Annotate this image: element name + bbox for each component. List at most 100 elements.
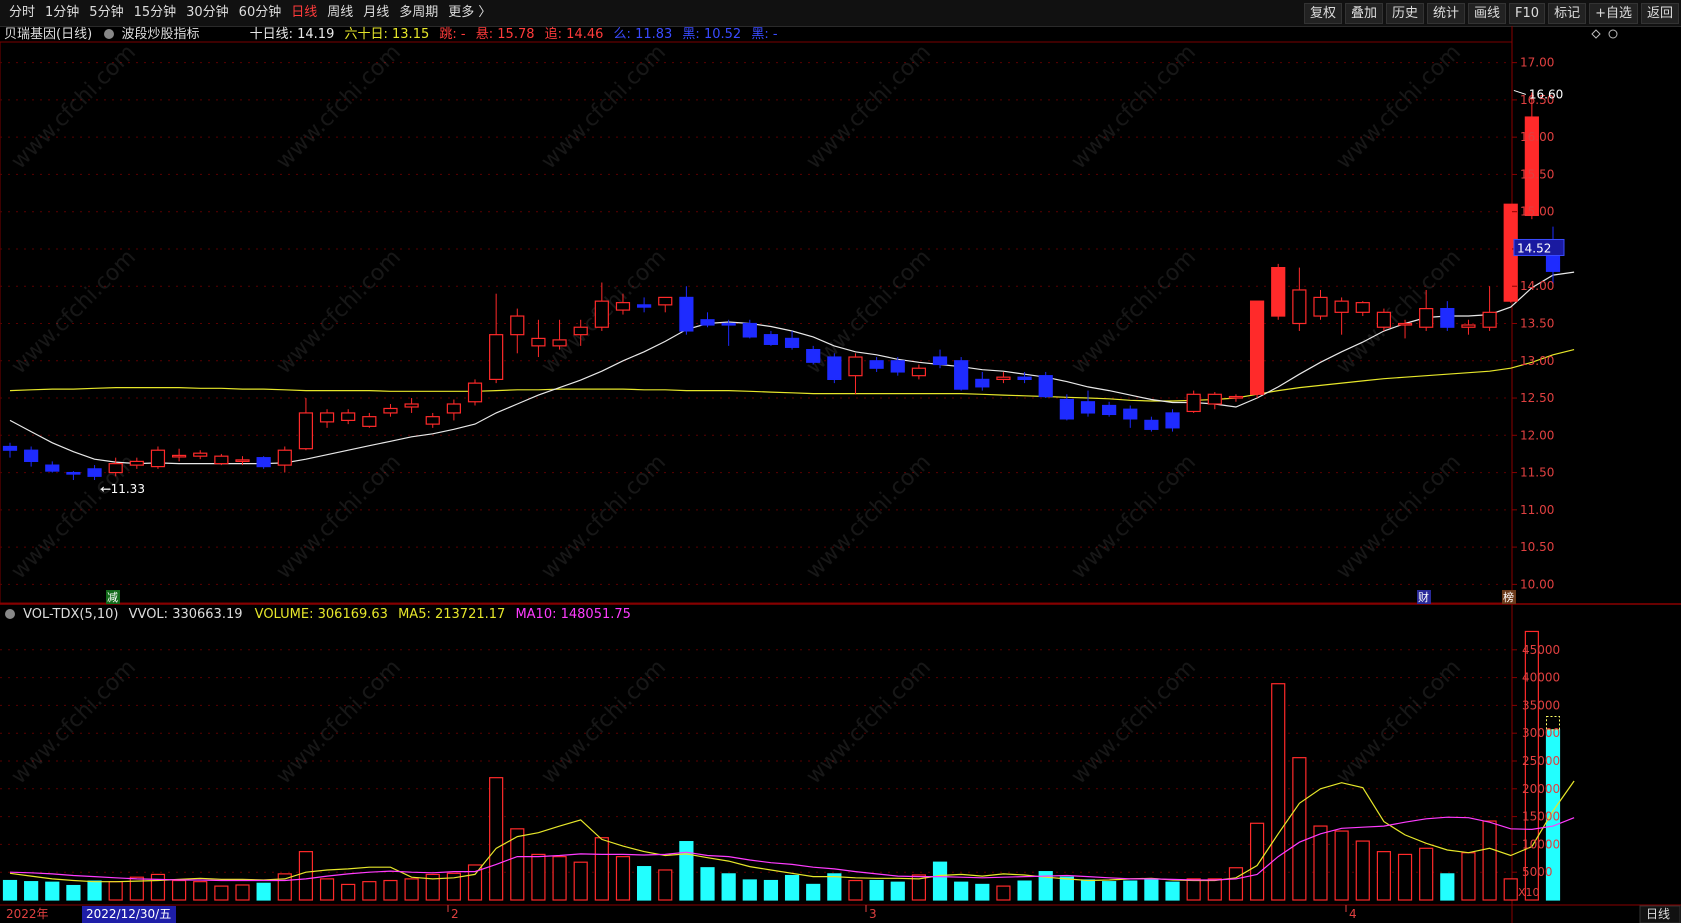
volume-axis-label: 20000 <box>1522 782 1560 796</box>
event-marker-finance: 财 <box>1418 590 1429 604</box>
candle <box>869 357 884 372</box>
tool-button-3[interactable]: 统计 <box>1427 3 1466 24</box>
candle <box>679 286 694 335</box>
candle-body <box>806 348 821 363</box>
period-tab-6[interactable]: 日线 <box>286 4 322 22</box>
volume-bar <box>467 864 483 901</box>
period-tab-5[interactable]: 60分钟 <box>234 4 287 22</box>
volume-bar <box>742 879 757 901</box>
volume-bar <box>87 880 102 901</box>
tool-button-2[interactable]: 历史 <box>1385 3 1424 24</box>
volume-bar <box>108 881 123 901</box>
volume-bar <box>890 881 905 901</box>
volume-bar <box>700 867 715 901</box>
tool-button-1[interactable]: 叠加 <box>1344 3 1383 24</box>
volume-bar <box>319 878 335 901</box>
candle-body <box>996 376 1011 381</box>
volume-axis-label: 10000 <box>1522 837 1560 851</box>
candle <box>45 461 60 473</box>
candle-body <box>890 360 905 373</box>
tool-button-0[interactable]: 复权 <box>1303 3 1342 24</box>
ma60-label: 六十日: <box>344 27 388 42</box>
volume-bar <box>1017 880 1032 901</box>
candle-body <box>1207 393 1222 405</box>
candle-body <box>87 468 102 477</box>
ma60-value: 13.15 <box>392 27 430 42</box>
diamond-icon <box>1591 29 1601 39</box>
price-axis-label: 13.50 <box>1520 317 1554 331</box>
month-label: 2 <box>451 907 459 921</box>
indicator-value-8: - <box>772 27 778 42</box>
period-tab-9[interactable]: 多周期 <box>394 4 443 22</box>
candle <box>1102 401 1117 417</box>
volume-bar <box>573 861 588 901</box>
volume-unit-label: X10 <box>1518 886 1540 899</box>
volume-axis-label: 5000 <box>1522 865 1553 879</box>
candle-body <box>1355 302 1370 313</box>
candle-body <box>1038 375 1053 398</box>
tool-button-5[interactable]: F10 <box>1509 3 1546 24</box>
watermark-text: www.cfchi.com <box>7 450 141 584</box>
candle <box>256 456 271 469</box>
watermark-text: www.cfchi.com <box>272 450 406 584</box>
tool-button-7[interactable]: +自选 <box>1589 3 1638 24</box>
tool-button-4[interactable]: 画线 <box>1468 3 1507 24</box>
volume-bar <box>679 841 694 901</box>
period-tab-10[interactable]: 更多 〉 <box>443 4 496 22</box>
volume-indicator-name[interactable]: VOL-TDX(5,10) <box>23 607 118 622</box>
candle <box>1228 394 1244 402</box>
volume-bar <box>1545 729 1561 901</box>
volume-bar <box>1123 880 1138 901</box>
candle <box>108 457 123 477</box>
candle <box>658 296 673 313</box>
tool-button-8[interactable]: 返回 <box>1640 3 1679 24</box>
volume-bar <box>763 879 779 901</box>
volume-bar <box>1059 876 1074 901</box>
period-tab-2[interactable]: 5分钟 <box>84 4 128 22</box>
volume-dropdown-icon[interactable] <box>5 609 15 619</box>
candle <box>954 357 969 391</box>
candle-body <box>1080 401 1096 414</box>
watermark-text: www.cfchi.com <box>1067 655 1201 789</box>
volume-bar <box>1376 851 1392 901</box>
candle <box>510 308 525 354</box>
volume-bar <box>341 883 356 901</box>
kline-chart[interactable]: www.cfchi.com www.cfchi.com www.cfchi.com w… <box>0 0 1681 923</box>
period-button: 日线 <box>1646 907 1670 921</box>
tool-button-6[interactable]: 标记 <box>1548 3 1587 24</box>
period-tab-4[interactable]: 30分钟 <box>181 4 234 22</box>
period-tab-0[interactable]: 分时 <box>4 4 40 22</box>
volume-bar <box>996 885 1011 901</box>
candle <box>2 442 18 458</box>
candle <box>742 319 757 339</box>
month-label: 3 <box>869 907 877 921</box>
volume-bar <box>1524 630 1539 901</box>
high-marker-value: 16.60 <box>1529 87 1563 101</box>
period-tab-7[interactable]: 周线 <box>322 4 358 22</box>
volume-bar <box>1313 825 1328 901</box>
indicator-dropdown-icon[interactable] <box>104 29 115 39</box>
candle <box>150 446 166 469</box>
volume-bar <box>827 873 842 901</box>
indicator-name[interactable]: 波段炒股指标 <box>121 27 199 42</box>
candle <box>298 398 314 451</box>
ma10-label: 十日线: <box>249 27 293 42</box>
candle-body <box>1123 408 1138 420</box>
price-axis-label: 11.00 <box>1520 503 1554 517</box>
watermark-text: www.cfchi.com <box>7 655 141 789</box>
volume-bar <box>1397 853 1413 901</box>
period-tab-8[interactable]: 月线 <box>358 4 394 22</box>
time-axis-year: 2022年 <box>6 907 49 921</box>
candle-body <box>531 337 546 347</box>
indicator-value-7: 10.52 <box>703 27 742 42</box>
candle-body <box>615 302 631 311</box>
candle-body <box>869 360 884 369</box>
period-tab-3[interactable]: 15分钟 <box>129 4 182 22</box>
candle <box>171 448 187 462</box>
top-toolbar: 分时 1分钟 5分钟 15分钟 30分钟 60分钟 日线 周线 月线 多周期 更多 〉 复权 叠加 历史… <box>0 0 1681 27</box>
indicator-value-5: 14.46 <box>566 27 604 42</box>
candle-body <box>784 337 800 348</box>
volume-label: VOLUME: <box>254 607 314 622</box>
candle-body <box>573 326 588 336</box>
period-tab-1[interactable]: 1分钟 <box>40 4 84 22</box>
